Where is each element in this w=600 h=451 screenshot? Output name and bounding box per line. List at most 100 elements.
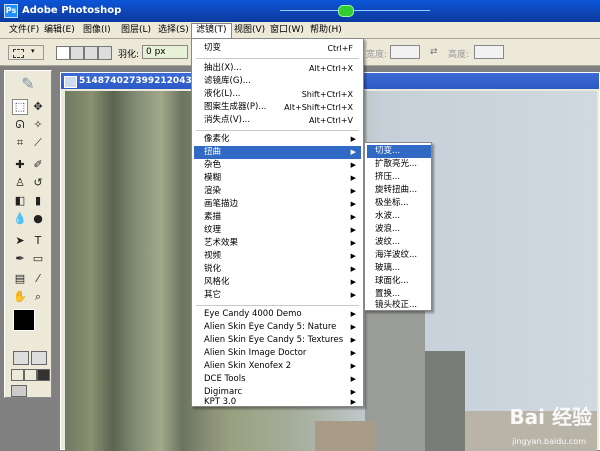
swap-icon[interactable]: ⇄ [430, 47, 438, 57]
filter-menu: 切变 Ctrl+F 抽出(X)... Alt+Ctrl+X 滤镜库(G)... 液化… [191, 38, 364, 407]
crop-tool-icon[interactable]: ⌗ [12, 135, 28, 151]
distort-item[interactable]: 玻璃... [367, 262, 431, 275]
plugin-item[interactable]: Alien Skin Image Doctor ▶ [194, 347, 361, 360]
zoom-tool-icon[interactable]: ⌕ [30, 289, 46, 305]
menu-select[interactable]: 选择(S) [154, 24, 193, 37]
standard-mode-icon[interactable] [13, 351, 29, 365]
distort-item[interactable]: 镜头校正... [367, 300, 431, 310]
magic-wand-icon[interactable]: ✧ [30, 117, 46, 133]
distort-item[interactable]: 海洋波纹... [367, 249, 431, 262]
menu-filter[interactable]: 滤镜(T) [191, 23, 232, 38]
filter-menu-item[interactable]: 消失点(V)... Alt+Ctrl+V [194, 114, 361, 127]
menu-help[interactable]: 帮助(H) [306, 24, 346, 37]
lasso-tool-icon[interactable]: ᘏ [12, 117, 28, 133]
eraser-tool-icon[interactable]: ◧ [12, 193, 28, 209]
building-shape [425, 351, 465, 451]
height-input[interactable] [474, 45, 504, 59]
brush-tool-icon[interactable]: ✐ [30, 157, 46, 173]
submenu-arrow-icon: ▶ [350, 174, 356, 182]
type-tool-icon[interactable]: T [30, 233, 46, 249]
move-tool-icon[interactable]: ✥ [30, 99, 46, 115]
menu-image[interactable]: 图像(I) [79, 24, 115, 37]
pen-tool-icon[interactable]: ✒ [12, 251, 28, 267]
distort-item[interactable]: 球面化... [367, 275, 431, 288]
feather-input[interactable]: 0 px [142, 45, 188, 59]
submenu-arrow-icon: ▶ [350, 310, 356, 318]
filter-category-item[interactable]: 像素化 ▶ [194, 133, 361, 146]
distort-item[interactable]: 旋转扭曲... [367, 184, 431, 197]
eyedropper-icon[interactable]: ⁄ [30, 271, 46, 287]
distort-item[interactable]: 扩散亮光... [367, 158, 431, 171]
gradient-tool-icon[interactable]: ▮ [30, 193, 46, 209]
submenu-arrow-icon: ▶ [350, 200, 356, 208]
add-selection-icon[interactable] [70, 46, 84, 60]
subtract-selection-icon[interactable] [84, 46, 98, 60]
plugin-item[interactable]: Alien Skin Eye Candy 5: Nature ▶ [194, 321, 361, 334]
menu-file[interactable]: 文件(F) [5, 24, 43, 37]
submenu-arrow-icon: ▶ [350, 291, 356, 299]
tool-preset-picker[interactable]: ▾ [8, 45, 44, 60]
marquee-tool-icon[interactable]: ⬚ [12, 99, 28, 115]
plugin-item[interactable]: KPT 3.0 ▶ [194, 397, 361, 407]
distort-item[interactable]: 波浪... [367, 223, 431, 236]
new-selection-icon[interactable] [56, 46, 70, 60]
filter-category-item[interactable]: 锐化 ▶ [194, 263, 361, 276]
title-decor-line [280, 10, 430, 11]
filter-menu-item[interactable]: 液化(L)... Shift+Ctrl+X [194, 88, 361, 101]
app-title-bar: Ps Adobe Photoshop [0, 0, 600, 22]
plugin-item[interactable]: Eye Candy 4000 Demo ▶ [194, 308, 361, 321]
submenu-arrow-icon: ▶ [350, 349, 356, 357]
filter-menu-item[interactable]: 抽出(X)... Alt+Ctrl+X [194, 62, 361, 75]
history-brush-icon[interactable]: ↺ [30, 175, 46, 191]
filter-category-item[interactable]: 模糊 ▶ [194, 172, 361, 185]
submenu-arrow-icon: ▶ [350, 226, 356, 234]
hand-tool-icon[interactable]: ✋ [12, 289, 28, 305]
distort-item[interactable]: 挤压... [367, 171, 431, 184]
menu-view[interactable]: 视图(V) [230, 24, 269, 37]
quick-mask-icon[interactable] [31, 351, 47, 365]
filter-category-item[interactable]: 其它 ▶ [194, 289, 361, 302]
plugin-item[interactable]: Alien Skin Eye Candy 5: Textures ▶ [194, 334, 361, 347]
submenu-arrow-icon: ▶ [350, 252, 356, 260]
filter-category-item[interactable]: 风格化 ▶ [194, 276, 361, 289]
width-input[interactable] [390, 45, 420, 59]
filter-category-item[interactable]: 杂色 ▶ [194, 159, 361, 172]
notes-tool-icon[interactable]: ▤ [12, 271, 28, 287]
app-title: Adobe Photoshop [22, 5, 122, 16]
filter-menu-item[interactable]: 图案生成器(P)... Alt+Shift+Ctrl+X [194, 101, 361, 114]
jump-to-imageready-icon[interactable] [11, 385, 27, 397]
clone-stamp-icon[interactable]: ♙ [12, 175, 28, 191]
filter-category-item[interactable]: 画笔描边 ▶ [194, 198, 361, 211]
filter-category-item[interactable]: 素描 ▶ [194, 211, 361, 224]
filter-category-item[interactable]: 纹理 ▶ [194, 224, 361, 237]
menu-window[interactable]: 窗口(W) [266, 24, 308, 37]
menu-separator [196, 58, 359, 59]
filter-menu-item[interactable]: 切变 Ctrl+F [194, 42, 361, 55]
distort-item[interactable]: 极坐标... [367, 197, 431, 210]
marquee-preset-icon [13, 49, 24, 58]
dodge-tool-icon[interactable]: ● [30, 211, 46, 227]
distort-item[interactable]: 水波... [367, 210, 431, 223]
filter-menu-item[interactable]: 滤镜库(G)... [194, 75, 361, 88]
submenu-arrow-icon: ▶ [350, 362, 356, 370]
distort-item[interactable]: 波纹... [367, 236, 431, 249]
filter-category-item[interactable]: 渲染 ▶ [194, 185, 361, 198]
distort-item-highlighted[interactable]: 切变... [367, 145, 431, 158]
menu-layer[interactable]: 图层(L) [117, 24, 155, 37]
path-select-icon[interactable]: ➤ [12, 233, 28, 249]
blur-tool-icon[interactable]: 💧 [12, 211, 28, 227]
filter-category-item[interactable]: 艺术效果 ▶ [194, 237, 361, 250]
intersect-selection-icon[interactable] [98, 46, 112, 60]
screen-mode-full-menu-icon[interactable] [24, 369, 37, 381]
filter-category-item-highlighted[interactable]: 扭曲 ▶ [194, 146, 361, 159]
healing-brush-icon[interactable]: ✚ [12, 157, 28, 173]
plugin-item[interactable]: Alien Skin Xenofex 2 ▶ [194, 360, 361, 373]
screen-mode-standard-icon[interactable] [11, 369, 24, 381]
filter-category-item[interactable]: 视频 ▶ [194, 250, 361, 263]
screen-mode-full-icon[interactable] [37, 369, 50, 381]
shape-tool-icon[interactable]: ▭ [30, 251, 46, 267]
foreground-color-swatch[interactable] [13, 309, 35, 331]
menu-edit[interactable]: 编辑(E) [40, 24, 79, 37]
plugin-item[interactable]: DCE Tools ▶ [194, 373, 361, 386]
slice-tool-icon[interactable]: ⟋ [30, 135, 46, 151]
